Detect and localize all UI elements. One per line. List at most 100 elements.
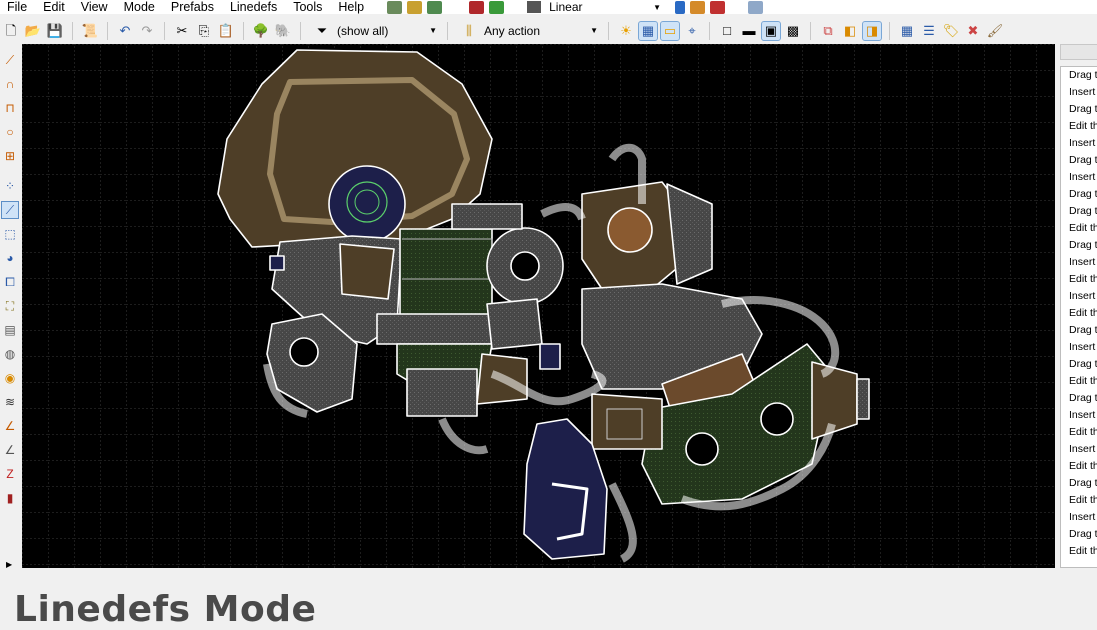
save-icon[interactable]: 💾: [46, 22, 64, 40]
tag-icon[interactable]: 🏷: [942, 22, 960, 40]
sector-tiny-blue: [269, 255, 285, 271]
square-icon[interactable]: □: [718, 22, 736, 40]
separator: [300, 21, 301, 40]
action-filter-combo[interactable]: ⫼ Any action ▼: [454, 22, 602, 40]
grid-setup-icon[interactable]: ▦: [898, 22, 916, 40]
hint-item: Drag t: [1069, 205, 1097, 217]
preview-icon[interactable]: ▩: [784, 22, 802, 40]
mode-icon: [527, 1, 542, 13]
copy-icon[interactable]: ⎘: [195, 22, 213, 40]
toggle-3d-icon[interactable]: [489, 0, 505, 14]
slope-icon[interactable]: ∠: [2, 442, 18, 458]
undo-icon[interactable]: ↶: [116, 22, 134, 40]
mode-selector[interactable]: Linear ▼: [527, 0, 661, 14]
test-map-icon[interactable]: [387, 0, 403, 14]
hint-item: Insert: [1069, 256, 1096, 268]
elephant-icon[interactable]: 🐘: [274, 22, 292, 40]
grid-snap-icon[interactable]: [690, 0, 706, 14]
things-filter-combo[interactable]: ⏷ (show all) ▼: [307, 22, 441, 40]
bracket-icon[interactable]: ⊓: [2, 100, 18, 116]
script-editor-icon[interactable]: [427, 0, 443, 14]
menu-file[interactable]: File: [0, 0, 36, 14]
things-icon[interactable]: ◕: [2, 250, 18, 266]
separator: [107, 21, 108, 40]
menu-mode[interactable]: Mode: [117, 0, 164, 14]
comment-icon[interactable]: ▭: [660, 20, 680, 41]
play-icon[interactable]: [407, 0, 423, 14]
hint-item: Drag t: [1069, 324, 1097, 336]
hint-item: Edit th: [1069, 273, 1097, 285]
draw-line-icon[interactable]: ⟋: [2, 52, 18, 68]
flip-icon[interactable]: ✖: [964, 22, 982, 40]
action-icon: ⫼: [466, 23, 472, 38]
menu-edit[interactable]: Edit: [36, 0, 74, 14]
doom-map-icon[interactable]: [469, 0, 485, 14]
sector-east-hole-1: [685, 432, 719, 466]
curve-icon[interactable]: ∩: [2, 76, 18, 92]
make-sector-icon[interactable]: ⧠: [2, 274, 18, 290]
separator: [608, 21, 609, 40]
angle-icon[interactable]: ∠: [2, 418, 18, 434]
tree-icon[interactable]: 🌳: [252, 22, 270, 40]
cut-icon[interactable]: ✂: [173, 22, 191, 40]
paste-icon[interactable]: 📋: [217, 22, 235, 40]
brush-icon[interactable]: 🖌: [986, 22, 1004, 40]
hint-item: Insert: [1069, 137, 1096, 149]
visual-mode-icon[interactable]: ⛶: [2, 298, 18, 314]
map-canvas[interactable]: [22, 44, 1055, 568]
separator: [243, 21, 244, 40]
snap-icon[interactable]: ⌖: [683, 22, 701, 40]
hint-item: Insert: [1069, 171, 1096, 183]
sector-east-hole-2: [760, 402, 794, 436]
merge-icon[interactable]: ◧: [841, 22, 859, 40]
ladder-icon[interactable]: ⊞: [2, 148, 18, 164]
menu-prefabs[interactable]: Prefabs: [164, 0, 223, 14]
zdoom-icon[interactable]: Z: [2, 466, 18, 482]
curve-linedefs-icon[interactable]: [675, 0, 686, 14]
tag-browser-icon[interactable]: [748, 0, 764, 14]
hint-item: Edit th: [1069, 120, 1097, 132]
new-icon[interactable]: 🗋: [2, 22, 20, 40]
expand-arrow-icon[interactable]: ▶: [6, 560, 12, 569]
menu-linedefs[interactable]: Linedefs: [223, 0, 286, 14]
menu-view[interactable]: View: [74, 0, 117, 14]
hints-panel: Drag t Insert Drag t Edit th Insert Drag…: [1060, 66, 1097, 568]
select-icon[interactable]: ⧉: [819, 22, 837, 40]
vertices-icon[interactable]: ⁘: [2, 178, 18, 194]
map-icon[interactable]: ▤: [2, 322, 18, 338]
sector-west-brown: [339, 243, 395, 300]
list-icon[interactable]: ☰: [920, 22, 938, 40]
hint-item: Drag t: [1069, 239, 1097, 251]
menu-tools[interactable]: Tools: [286, 0, 331, 14]
grid-icon[interactable]: ▦: [638, 20, 658, 41]
hint-item: Drag t: [1069, 392, 1097, 404]
linedefs-icon[interactable]: ⟋: [1, 201, 19, 219]
chevron-down-icon: ▼: [590, 26, 598, 35]
separator: [72, 21, 73, 40]
separator: [889, 21, 890, 40]
open-icon[interactable]: 📂: [24, 22, 42, 40]
sound-icon[interactable]: ◍: [2, 346, 18, 362]
sector-center-corridor: [376, 313, 493, 345]
light-icon[interactable]: ☀: [617, 22, 635, 40]
page-title: Linedefs Mode: [14, 589, 317, 630]
copy-props-icon[interactable]: ◨: [862, 20, 882, 41]
map-view[interactable]: [22, 44, 1055, 568]
hint-item: Edit th: [1069, 460, 1097, 472]
circle-icon[interactable]: ○: [2, 124, 18, 140]
script-icon[interactable]: 📜: [81, 22, 99, 40]
redo-icon[interactable]: ↷: [138, 22, 156, 40]
filter-icon: ⏷: [316, 23, 328, 38]
rect-icon[interactable]: ▬: [740, 22, 758, 40]
hint-item: Insert: [1069, 341, 1096, 353]
menu-bar: File Edit View Mode Prefabs Linedefs Too…: [0, 0, 1097, 14]
sectors-icon[interactable]: ⬚: [2, 226, 18, 242]
menu-help[interactable]: Help: [331, 0, 373, 14]
sector-effect-icon[interactable]: [710, 0, 726, 14]
script-icon[interactable]: ▮: [2, 490, 18, 506]
hint-item: Drag t: [1069, 69, 1097, 81]
sector-west-pillar: [289, 337, 319, 367]
texture-icon[interactable]: ▣: [761, 20, 781, 41]
sound-env-icon[interactable]: ◉: [2, 370, 18, 386]
layers-icon[interactable]: ≋: [2, 394, 18, 410]
